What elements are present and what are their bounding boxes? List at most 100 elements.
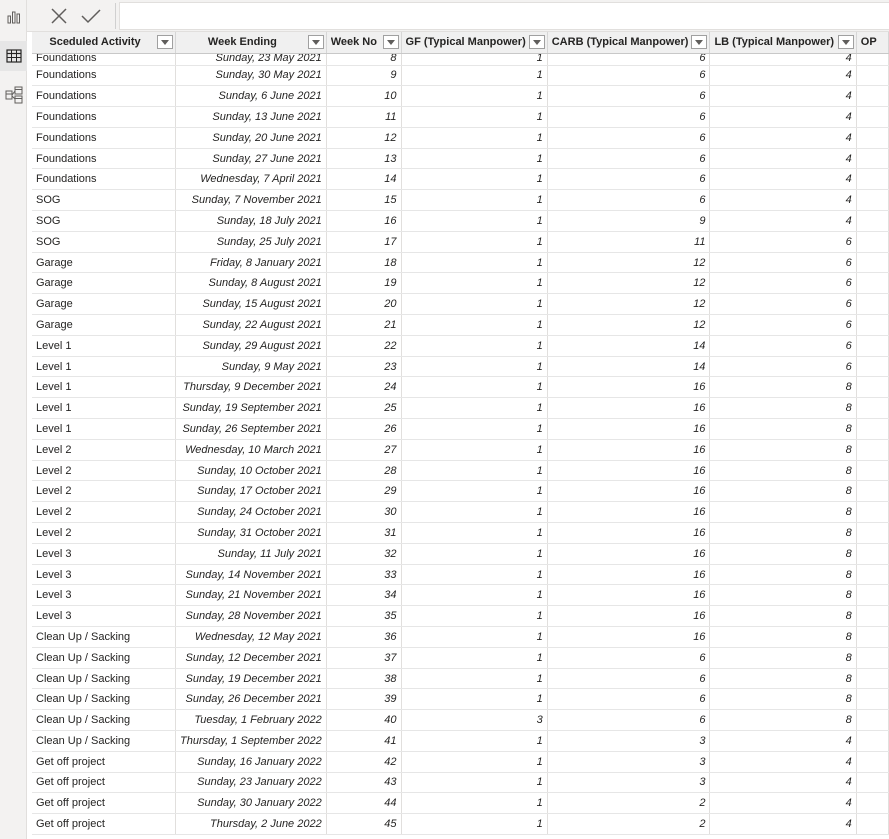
cell-week-ending[interactable]: Sunday, 30 May 2021 [175, 65, 327, 87]
table-row[interactable]: Garage Sunday, 8 August 2021 19 1 12 6 [32, 272, 889, 295]
cell-carb[interactable]: 16 [547, 522, 711, 544]
cell-activity[interactable]: Level 2 [32, 501, 177, 524]
table-row[interactable]: Garage Friday, 8 January 2021 18 1 12 6 [32, 252, 889, 274]
cell-week-ending[interactable]: Tuesday, 1 February 2022 [175, 709, 327, 731]
commit-edit-button[interactable] [77, 4, 105, 28]
cell-week-no[interactable]: 21 [326, 314, 402, 336]
cell-week-no[interactable]: 20 [326, 293, 402, 316]
table-row[interactable]: Clean Up / Sacking Sunday, 26 December 20… [32, 688, 889, 711]
cell-activity[interactable]: Level 2 [32, 522, 177, 544]
cell-week-no[interactable]: 13 [326, 148, 402, 170]
table-row[interactable]: Clean Up / Sacking Tuesday, 1 February 20… [32, 709, 889, 731]
cell-week-no[interactable]: 11 [326, 106, 402, 128]
cell-week-no[interactable]: 24 [326, 376, 402, 399]
table-row[interactable]: Level 3 Sunday, 21 November 2021 34 1 16 8 [32, 584, 889, 607]
cell-op[interactable] [856, 813, 889, 835]
cell-week-no[interactable]: 32 [326, 543, 402, 565]
cell-activity[interactable]: Level 2 [32, 480, 177, 503]
cell-week-ending[interactable]: Sunday, 22 August 2021 [175, 314, 327, 336]
column-header-op[interactable]: OP [856, 32, 889, 54]
cell-week-ending[interactable]: Thursday, 2 June 2022 [175, 813, 327, 835]
cell-activity[interactable]: Level 3 [32, 564, 177, 586]
table-row[interactable]: Clean Up / Sacking Thursday, 1 September … [32, 730, 889, 752]
cell-week-no[interactable]: 17 [326, 231, 402, 253]
cell-week-no[interactable]: 42 [326, 751, 402, 773]
cell-gf[interactable]: 1 [401, 543, 548, 565]
report-view-button[interactable] [0, 2, 27, 32]
table-row[interactable]: Level 2 Sunday, 31 October 2021 31 1 16 8 [32, 522, 889, 544]
cell-week-ending[interactable]: Sunday, 26 September 2021 [175, 418, 327, 440]
cell-activity[interactable]: Foundations [32, 127, 177, 149]
cell-gf[interactable]: 1 [401, 53, 548, 66]
cell-gf[interactable]: 1 [401, 792, 548, 815]
table-row[interactable]: Level 1 Thursday, 9 December 2021 24 1 16 8 [32, 376, 889, 399]
cell-lb[interactable]: 8 [709, 522, 857, 544]
table-row[interactable]: Level 2 Sunday, 10 October 2021 28 1 16 8 [32, 460, 889, 482]
cell-op[interactable] [856, 397, 889, 420]
table-row[interactable]: Get off project Sunday, 16 January 2022 42… [32, 751, 889, 773]
cell-lb[interactable]: 8 [709, 647, 857, 669]
cell-activity[interactable]: Level 1 [32, 376, 177, 399]
model-view-button[interactable] [0, 80, 27, 110]
cell-activity[interactable]: SOG [32, 210, 177, 232]
cell-op[interactable] [856, 376, 889, 399]
table-row[interactable]: Level 2 Sunday, 17 October 2021 29 1 16 8 [32, 480, 889, 503]
cell-gf[interactable]: 1 [401, 647, 548, 669]
cell-week-no[interactable]: 31 [326, 522, 402, 544]
cell-carb[interactable]: 16 [547, 543, 711, 565]
cell-gf[interactable]: 1 [401, 231, 548, 253]
cell-gf[interactable]: 1 [401, 127, 548, 149]
cell-activity[interactable]: Garage [32, 293, 177, 316]
cell-carb[interactable]: 12 [547, 252, 711, 274]
cell-lb[interactable]: 8 [709, 584, 857, 607]
cell-op[interactable] [856, 480, 889, 503]
cell-lb[interactable]: 6 [709, 272, 857, 295]
cell-week-no[interactable]: 30 [326, 501, 402, 524]
cell-op[interactable] [856, 730, 889, 752]
cell-week-ending[interactable]: Sunday, 23 May 2021 [175, 53, 327, 66]
cell-gf[interactable]: 1 [401, 772, 548, 794]
cell-gf[interactable]: 1 [401, 65, 548, 87]
table-row[interactable]: Clean Up / Sacking Sunday, 12 December 20… [32, 647, 889, 669]
cell-op[interactable] [856, 335, 889, 357]
cell-week-no[interactable]: 25 [326, 397, 402, 420]
cell-op[interactable] [856, 106, 889, 128]
cell-activity[interactable]: Foundations [32, 85, 177, 108]
column-header-week-ending[interactable]: Week Ending [175, 32, 327, 54]
cell-activity[interactable]: Level 1 [32, 356, 177, 378]
cell-gf[interactable]: 1 [401, 85, 548, 108]
cell-week-no[interactable]: 10 [326, 85, 402, 108]
cell-week-ending[interactable]: Wednesday, 12 May 2021 [175, 626, 327, 648]
cell-op[interactable] [856, 501, 889, 524]
cell-gf[interactable]: 1 [401, 148, 548, 170]
cell-activity[interactable]: Clean Up / Sacking [32, 730, 177, 752]
cell-carb[interactable]: 12 [547, 272, 711, 295]
cell-lb[interactable]: 4 [709, 106, 857, 128]
cell-gf[interactable]: 1 [401, 272, 548, 295]
cell-carb[interactable]: 6 [547, 53, 711, 66]
cell-lb[interactable]: 4 [709, 210, 857, 232]
cell-week-no[interactable]: 14 [326, 168, 402, 191]
table-row[interactable]: Level 1 Sunday, 26 September 2021 26 1 16 8 [32, 418, 889, 440]
cell-gf[interactable]: 1 [401, 335, 548, 357]
table-row[interactable]: Level 2 Sunday, 24 October 2021 30 1 16 8 [32, 501, 889, 524]
cell-op[interactable] [856, 668, 889, 690]
cell-week-ending[interactable]: Sunday, 10 October 2021 [175, 460, 327, 482]
cell-activity[interactable]: Garage [32, 252, 177, 274]
cell-week-ending[interactable]: Sunday, 8 August 2021 [175, 272, 327, 295]
cell-op[interactable] [856, 522, 889, 544]
table-row[interactable]: Foundations Sunday, 13 June 2021 11 1 6 4 [32, 106, 889, 128]
cell-op[interactable] [856, 272, 889, 295]
cell-carb[interactable]: 16 [547, 439, 711, 461]
cell-week-no[interactable]: 18 [326, 252, 402, 274]
cell-carb[interactable]: 6 [547, 709, 711, 731]
table-row[interactable]: SOG Sunday, 25 July 2021 17 1 11 6 [32, 231, 889, 253]
cell-week-no[interactable]: 40 [326, 709, 402, 731]
cell-activity[interactable]: Foundations [32, 65, 177, 87]
table-row[interactable]: Foundations Sunday, 27 June 2021 13 1 6 4 [32, 148, 889, 170]
cell-lb[interactable]: 6 [709, 314, 857, 336]
cell-carb[interactable]: 6 [547, 148, 711, 170]
cell-gf[interactable]: 1 [401, 189, 548, 212]
cell-carb[interactable]: 6 [547, 106, 711, 128]
cancel-edit-button[interactable] [45, 4, 73, 28]
